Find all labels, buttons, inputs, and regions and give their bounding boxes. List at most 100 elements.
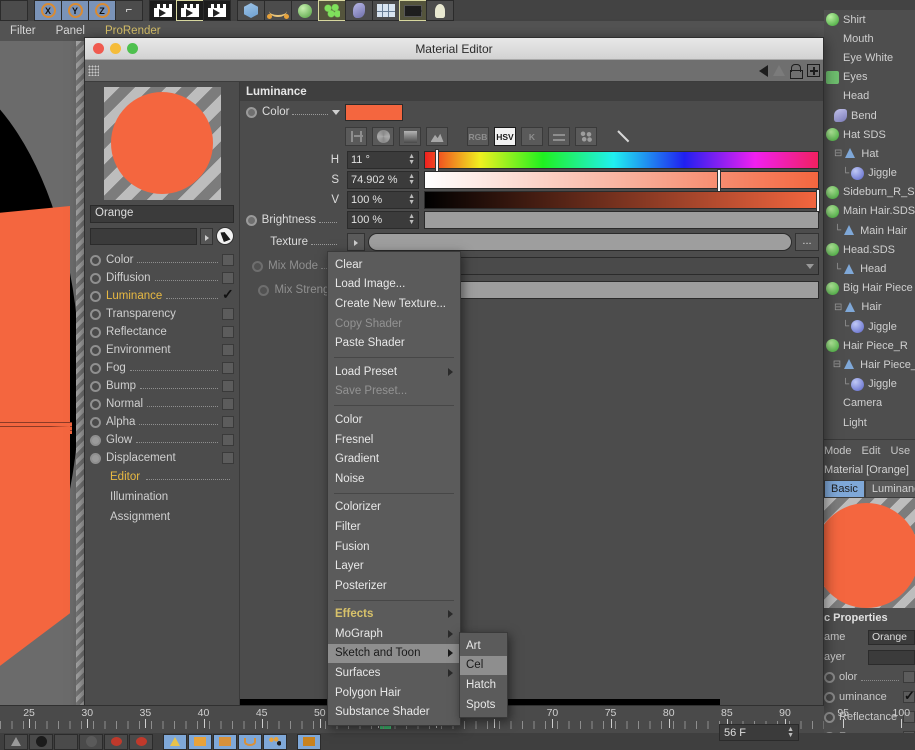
slider-knob[interactable] (817, 190, 819, 212)
menu-item-colorizer[interactable]: Colorizer (328, 498, 460, 518)
gradient-mode-icon[interactable] (399, 127, 421, 146)
channel-checkbox[interactable] (222, 434, 234, 446)
material-editor-titlebar[interactable]: Material Editor (85, 38, 823, 60)
cube-primitive-icon[interactable] (237, 0, 265, 21)
attr-radio[interactable] (824, 712, 835, 723)
channel-radio[interactable] (90, 309, 101, 320)
object-row[interactable]: └Jiggle (824, 317, 915, 336)
object-axis-icon[interactable]: ⌐ (115, 0, 143, 21)
hsv-row-s[interactable]: S74.902 %▲▼ (240, 170, 823, 190)
object-row[interactable]: Hair Piece_R (824, 336, 915, 355)
hsv-s-slider[interactable] (424, 171, 819, 189)
kelvin-mode-button[interactable]: K (521, 127, 543, 146)
attr-row-uminance[interactable]: uminance (824, 687, 915, 707)
subpage-editor[interactable]: Editor (90, 467, 234, 487)
material-editor-left-column[interactable]: Orange ColorDiffusionLuminanceTransparen… (85, 82, 240, 711)
color-row[interactable]: Color (240, 101, 823, 123)
attribute-manager-tabs[interactable]: Basic Luminance (824, 480, 915, 498)
channel-row-luminance[interactable]: Luminance (90, 287, 234, 305)
hsv-mode-button[interactable]: HSV (494, 127, 516, 146)
attr-radio[interactable] (824, 692, 835, 703)
channel-checkbox[interactable] (222, 380, 234, 392)
channel-checkbox[interactable] (222, 344, 234, 356)
channel-radio[interactable] (90, 435, 101, 446)
hsv-h-slider[interactable] (424, 151, 819, 169)
record-scale-icon[interactable] (129, 734, 153, 750)
texture-menu-button[interactable] (347, 233, 365, 251)
folder-tool-icon[interactable] (213, 734, 237, 750)
subpage-illumination[interactable]: Illumination (90, 487, 234, 507)
am-menu-mode[interactable]: Mode (824, 445, 852, 457)
nurbs-icon[interactable] (291, 0, 319, 21)
attribute-manager-menubar[interactable]: Mode Edit Use (824, 442, 915, 460)
submenu-item-spots[interactable]: Spots (460, 695, 507, 715)
object-row[interactable]: Light (824, 413, 915, 432)
channel-row-bump[interactable]: Bump (90, 377, 234, 395)
tree-branch-icon[interactable]: ⊟ (833, 359, 841, 370)
record-position-icon[interactable] (79, 734, 103, 750)
color-mode-buttons[interactable]: RGB HSV K (240, 123, 823, 150)
channel-row-fog[interactable]: Fog (90, 359, 234, 377)
object-row[interactable]: Bend (824, 106, 915, 125)
attr-row-olor[interactable]: olor (824, 667, 915, 687)
chevron-down-icon[interactable] (332, 110, 340, 115)
channel-row-glow[interactable]: Glow (90, 431, 234, 449)
tree-branch-icon[interactable]: └ (842, 379, 849, 390)
hsv-h-input[interactable]: 11 °▲▼ (347, 151, 419, 169)
render-settings-icon[interactable] (203, 0, 231, 21)
record-rotation-icon[interactable] (104, 734, 128, 750)
spline-icon[interactable] (264, 0, 292, 21)
object-row[interactable]: Eye White (824, 48, 915, 67)
sliders-mode-icon[interactable] (548, 127, 570, 146)
object-row[interactable]: ⊟Hair Piece_R (824, 355, 915, 374)
object-row[interactable]: Hat SDS (824, 125, 915, 144)
axis-x-icon[interactable]: X (34, 0, 62, 21)
tree-branch-icon[interactable]: └ (834, 225, 841, 236)
object-row[interactable]: └Jiggle (824, 375, 915, 394)
tab-basic[interactable]: Basic (824, 480, 865, 498)
attr-radio[interactable] (824, 672, 835, 683)
app-toolbar[interactable]: X Y Z ⌐ (0, 0, 915, 21)
material-search-row[interactable] (90, 227, 234, 245)
current-frame-input[interactable]: 56 F ▲▼ (719, 724, 799, 741)
stepper-arrows[interactable]: ▲▼ (408, 214, 415, 226)
menu-item-gradient[interactable]: Gradient (328, 449, 460, 469)
channel-radio[interactable] (90, 273, 101, 284)
channel-radio[interactable] (90, 399, 101, 410)
attribute-manager[interactable]: Mode Edit Use Material [Orange] Basic Lu… (824, 437, 915, 747)
channel-checkbox[interactable] (222, 362, 234, 374)
hsv-slider-rows[interactable]: H11 °▲▼S74.902 %▲▼V100 %▲▼ (240, 150, 823, 210)
object-row[interactable]: ⊟Hat (824, 144, 915, 163)
toolbar-partial-left-icon[interactable] (0, 0, 28, 21)
stepper-arrows[interactable]: ▲▼ (787, 727, 794, 739)
playhead-icon[interactable] (4, 734, 28, 750)
attribute-material-preview[interactable] (824, 498, 915, 608)
mix-strength-radio[interactable] (258, 285, 269, 296)
render-view-icon[interactable] (149, 0, 177, 21)
channel-checkbox[interactable] (222, 272, 234, 284)
submenu-item-hatch[interactable]: Hatch (460, 675, 507, 695)
am-menu-edit[interactable]: Edit (862, 445, 881, 457)
hsv-s-input[interactable]: 74.902 %▲▼ (347, 171, 419, 189)
object-row[interactable]: Mouth (824, 29, 915, 48)
eyedropper-icon[interactable] (616, 128, 636, 146)
channel-radio[interactable] (90, 327, 101, 338)
channel-radio[interactable] (90, 291, 101, 302)
texture-field[interactable] (368, 233, 792, 251)
channel-checkbox[interactable] (222, 308, 234, 320)
attribute-property-rows[interactable]: ameOrangeayeroloruminanceReflectanceFog (824, 627, 915, 747)
menu-item-layer[interactable]: Layer (328, 556, 460, 576)
cursor-icon[interactable] (216, 227, 234, 245)
brightness-input[interactable]: 100 % ▲▼ (347, 211, 419, 229)
object-row[interactable]: Big Hair Piece (824, 279, 915, 298)
attr-input[interactable] (868, 650, 915, 665)
texture-browse-button[interactable]: ... (795, 233, 819, 251)
menu-item-fusion[interactable]: Fusion (328, 537, 460, 557)
cone-tool-icon[interactable] (163, 734, 187, 750)
attr-row-ame[interactable]: ameOrange (824, 627, 915, 647)
color-swatch[interactable] (345, 104, 403, 121)
channel-radio[interactable] (90, 255, 101, 266)
channel-row-transparency[interactable]: Transparency (90, 305, 234, 323)
object-row[interactable]: Main Hair.SDS (824, 202, 915, 221)
sketch-and-toon-submenu[interactable]: ArtCelHatchSpots (459, 632, 508, 718)
